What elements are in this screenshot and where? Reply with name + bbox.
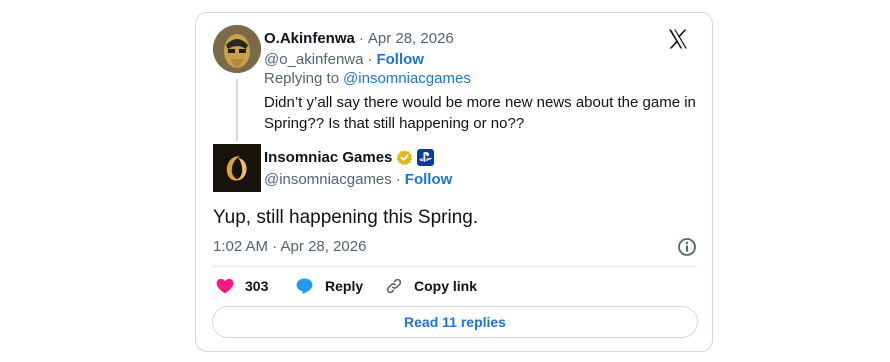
copy-link-label: Copy link <box>414 278 478 294</box>
link-icon <box>384 276 404 296</box>
playstation-icon <box>417 149 435 166</box>
reply-text-line: Didn’t y’all say there would be more new… <box>264 94 696 111</box>
follow-button-o-akinfenwa[interactable]: Follow <box>376 51 424 68</box>
like-count: 303 <box>245 278 269 294</box>
separator-dot: · <box>358 30 364 47</box>
main-author-name[interactable]: Insomniac Games <box>264 149 392 166</box>
reply-tweet-text: Didn’t y’all say there would be more new… <box>264 92 704 134</box>
separator-dot: · <box>395 171 401 188</box>
follow-button-insomniac-games[interactable]: Follow <box>405 171 453 188</box>
thread-connector-line <box>236 79 238 141</box>
main-author-handle[interactable]: @insomniacgames <box>264 171 392 188</box>
embedded-tweet-card: O.Akinfenwa · Apr 28, 2026 @o_akinfenwa … <box>195 12 713 352</box>
copy-link-button[interactable]: Copy link <box>384 276 477 296</box>
replying-to-handle[interactable]: @insomniacgames <box>343 70 471 87</box>
reply-author-name[interactable]: O.Akinfenwa <box>264 30 355 47</box>
avatar-o-akinfenwa[interactable] <box>213 25 261 73</box>
reply-date[interactable]: Apr 28, 2026 <box>368 30 454 47</box>
info-icon[interactable] <box>676 236 698 258</box>
x-logo-icon[interactable] <box>666 27 690 51</box>
reply-text-line: Spring?? Is that still happening or no?? <box>264 115 525 132</box>
verified-badge-icon <box>396 149 413 166</box>
divider <box>212 266 698 267</box>
avatar-insomniac-games[interactable] <box>213 144 261 192</box>
reply-author-handle[interactable]: @o_akinfenwa <box>264 51 363 68</box>
reply-button[interactable]: Reply <box>294 276 363 296</box>
reply-bubble-icon <box>294 276 315 296</box>
read-replies-label: Read 11 replies <box>404 314 506 330</box>
main-tweet-text: Yup, still happening this Spring. <box>213 207 479 228</box>
tweet-timestamp[interactable]: 1:02 AM · Apr 28, 2026 <box>213 238 366 255</box>
reply-label: Reply <box>325 278 364 294</box>
like-button[interactable]: 303 <box>215 276 268 296</box>
heart-icon <box>215 276 235 296</box>
separator-dot: · <box>367 51 373 68</box>
replying-to-label: Replying to <box>264 70 340 87</box>
read-replies-button[interactable]: Read 11 replies <box>212 306 698 338</box>
